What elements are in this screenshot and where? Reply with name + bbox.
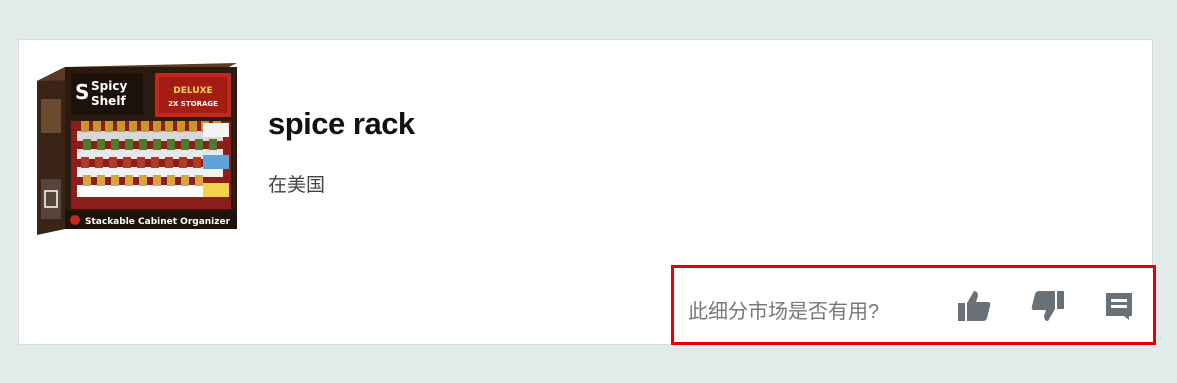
product-title: spice rack bbox=[268, 106, 415, 141]
feedback-question: 此细分市场是否有用? bbox=[688, 301, 880, 323]
feedback-panel: 此细分市场是否有用? bbox=[671, 265, 1156, 345]
badge-line2: 2X STORAGE bbox=[168, 100, 218, 108]
brand-logo-mark: S bbox=[75, 80, 89, 104]
brand-line2: Shelf bbox=[91, 94, 126, 108]
thumbs-up-icon[interactable] bbox=[954, 287, 994, 325]
product-image: S Spicy Shelf DELUXE 2X STORAGE Stackabl… bbox=[37, 63, 237, 235]
thumbs-down-icon[interactable] bbox=[1028, 287, 1068, 325]
box-caption: Stackable Cabinet Organizer bbox=[85, 217, 231, 227]
brand-line1: Spicy bbox=[91, 79, 127, 93]
product-market: 在美国 bbox=[268, 175, 326, 196]
badge-line1: DELUXE bbox=[173, 86, 212, 96]
comment-icon[interactable] bbox=[1099, 287, 1139, 325]
